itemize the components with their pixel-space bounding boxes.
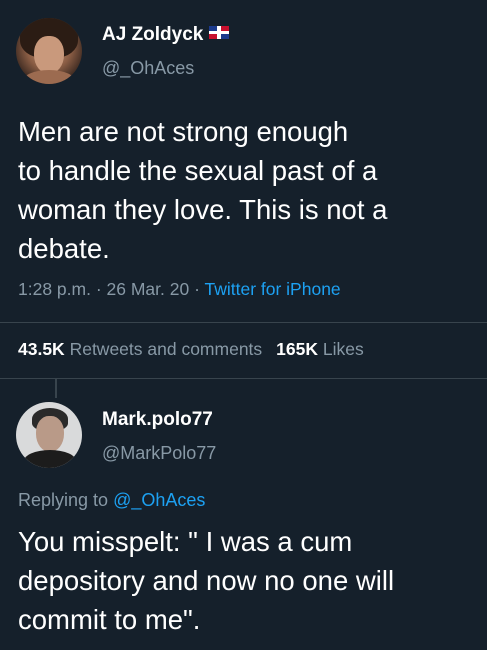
avatar-face — [36, 416, 64, 452]
replying-to: Replying to @_OhAces — [18, 490, 205, 511]
tweet-time[interactable]: 1:28 p.m. — [18, 279, 91, 299]
display-name[interactable]: AJ Zoldyck — [102, 24, 230, 46]
mention-link[interactable]: @_OhAces — [113, 490, 205, 510]
meta-separator: · — [90, 279, 107, 299]
tweet-text: Men are not strong enough to handle the … — [18, 116, 388, 264]
avatar[interactable] — [16, 18, 82, 84]
avatar-shoulder — [22, 70, 76, 84]
likes-count: 165K — [276, 339, 319, 359]
tweet-date[interactable]: 26 Mar. 20 — [107, 279, 190, 299]
thread-line — [55, 378, 57, 398]
display-name-text: AJ Zoldyck — [102, 24, 204, 45]
main-tweet: AJ Zoldyck @_OhAces Men are not strong e… — [0, 0, 487, 382]
retweets-stat[interactable]: 43.5K Retweets and comments — [18, 339, 262, 359]
tweet-source-link[interactable]: Twitter for iPhone — [204, 279, 340, 299]
replying-label: Replying to — [18, 490, 109, 510]
flag-icon — [209, 26, 230, 39]
tweet-meta: 1:28 p.m. · 26 Mar. 20 · Twitter for iPh… — [18, 279, 341, 300]
divider — [0, 322, 487, 323]
reply-avatar[interactable] — [16, 402, 82, 468]
avatar-face — [34, 36, 64, 74]
likes-label: Likes — [322, 339, 364, 359]
reply-text: You misspelt: " I was a cum depository a… — [18, 526, 395, 635]
reply-user-handle[interactable]: @MarkPolo77 — [102, 443, 216, 464]
retweets-label: Retweets and comments — [69, 339, 263, 359]
tweet-stats: 43.5K Retweets and comments 165K Likes — [18, 339, 364, 360]
retweets-count: 43.5K — [18, 339, 65, 359]
user-handle[interactable]: @_OhAces — [102, 58, 194, 79]
meta-separator: · — [189, 279, 205, 299]
avatar-suit — [24, 450, 76, 468]
divider — [0, 378, 487, 379]
reply-display-name[interactable]: Mark.polo77 — [102, 409, 213, 431]
likes-stat[interactable]: 165K Likes — [276, 339, 364, 359]
